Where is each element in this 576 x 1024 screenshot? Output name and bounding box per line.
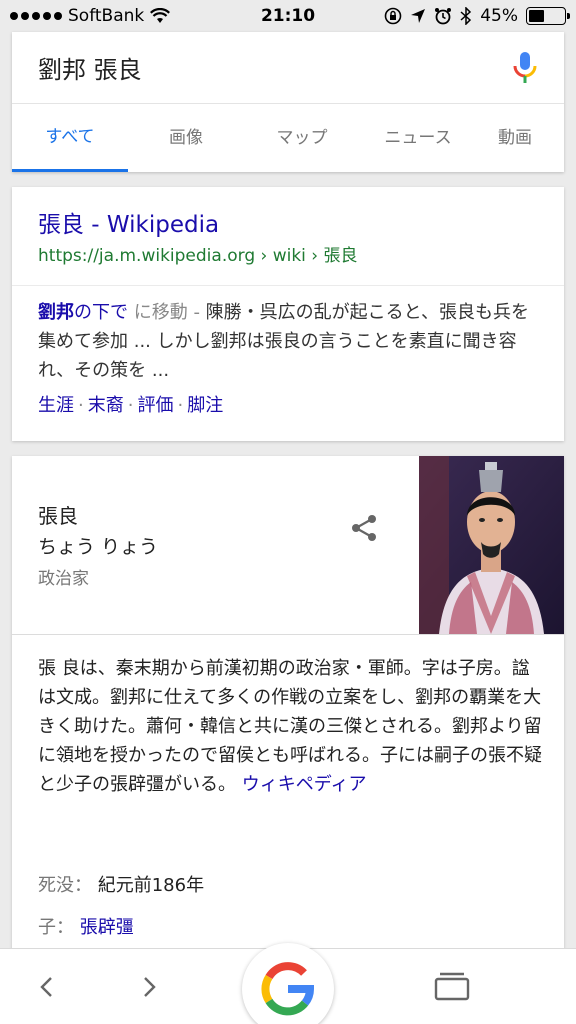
battery-icon (526, 7, 570, 25)
orientation-lock-icon (384, 7, 402, 25)
location-arrow-icon (411, 9, 426, 23)
search-result-card: 張良 - Wikipedia https://ja.m.wikipedia.or… (12, 187, 564, 441)
knowledge-panel: 張良 ちょう りょう 政治家 張 良は、秦末期から前漢初期の政治家・軍師。字は子… (12, 456, 564, 956)
fact-label: 子： (38, 917, 74, 938)
result-url: https://ja.m.wikipedia.org › wiki › 張良 (38, 246, 358, 266)
sitelink-career[interactable]: 生涯 (38, 395, 74, 416)
carrier-name: SoftBank (68, 6, 145, 26)
sitelink-separator: · (78, 395, 84, 416)
status-right: 45% (384, 6, 570, 26)
tab-maps[interactable]: マップ (244, 104, 360, 172)
kp-reading: ちょう りょう (38, 536, 159, 558)
fact-children: 子： 張辟彊 (38, 913, 134, 939)
wifi-icon (150, 8, 171, 23)
sitelink-separator: · (127, 395, 134, 416)
result-title-link[interactable]: 張良 - Wikipedia (38, 205, 219, 239)
status-left: SoftBank (10, 6, 171, 26)
result-snippet: 劉邦の下で に移動 - 陳勝・呉広の乱が起こると、張良も兵を集めて参加 ... … (38, 298, 544, 385)
bottom-toolbar (0, 943, 576, 1024)
kp-description: 張 良は、秦末期から前漢初期の政治家・軍師。字は子房。諡は文成。劉邦に仕えて多く… (38, 654, 546, 799)
tab-images[interactable]: 画像 (128, 104, 244, 172)
battery-level (529, 10, 545, 22)
snippet-highlight-link[interactable]: 劉邦 (38, 302, 74, 323)
tab-videos[interactable]: 動画 (476, 104, 564, 172)
status-bar: SoftBank 21:10 45% (0, 0, 576, 32)
search-box: 劉邦 張良 すべて 画像 マップ ニュース 動画 (12, 32, 564, 172)
divider (12, 634, 564, 635)
bluetooth-icon (460, 7, 472, 25)
portrait-image[interactable] (419, 456, 564, 634)
mic-icon[interactable] (512, 50, 538, 86)
search-input[interactable]: 劉邦 張良 (38, 50, 142, 85)
fact-value-link[interactable]: 張辟彊 (80, 917, 134, 938)
tab-all[interactable]: すべて (12, 104, 128, 172)
sitelinks: 生涯 · 末裔 · 評価 · 脚注 (38, 391, 223, 417)
sitelink-evaluation[interactable]: 評価 (137, 395, 173, 416)
tab-news[interactable]: ニュース (360, 104, 476, 172)
fact-label: 死没： (38, 875, 92, 896)
fact-value: 紀元前186年 (97, 875, 205, 896)
kp-name: 張良 (38, 504, 78, 528)
alarm-icon (435, 8, 452, 25)
search-tabs: すべて 画像 マップ ニュース 動画 (12, 104, 564, 172)
wikipedia-link[interactable]: ウィキペディア (242, 774, 367, 795)
chevron-right-icon[interactable] (136, 975, 160, 999)
snippet-jump-label: に移動 - (128, 302, 206, 323)
divider (12, 285, 564, 286)
battery-percent: 45% (480, 6, 518, 26)
snippet-jump-link[interactable]: の下で (74, 302, 128, 323)
tabs-icon[interactable] (434, 971, 470, 1001)
signal-strength-icon (10, 12, 62, 20)
fact-death: 死没： 紀元前186年 (38, 871, 204, 897)
search-row: 劉邦 張良 (12, 32, 564, 104)
google-home-button[interactable] (242, 943, 334, 1024)
kp-type: 政治家 (38, 569, 89, 589)
sitelink-separator: · (177, 395, 184, 416)
google-g-icon (261, 962, 315, 1016)
sitelink-notes[interactable]: 脚注 (187, 395, 223, 416)
chevron-left-icon[interactable] (36, 975, 60, 999)
sitelink-descendants[interactable]: 末裔 (88, 395, 124, 416)
share-icon[interactable] (348, 512, 380, 544)
